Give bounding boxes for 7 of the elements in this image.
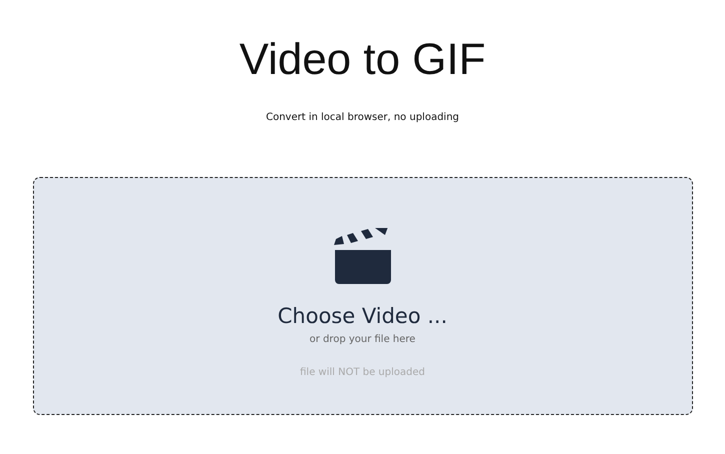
subtitle: Convert in local browser, no uploading: [266, 112, 460, 123]
drop-zone[interactable]: Choose Video ... or drop your file here file will NOT be uploaded: [32, 177, 692, 415]
choose-video-label: Choose Video ...: [278, 304, 448, 328]
upload-note: file will NOT be uploaded: [300, 367, 425, 378]
drop-hint: or drop your file here: [310, 334, 416, 345]
page-title: Video to GIF: [239, 34, 486, 86]
clapperboard-icon: [332, 228, 392, 286]
